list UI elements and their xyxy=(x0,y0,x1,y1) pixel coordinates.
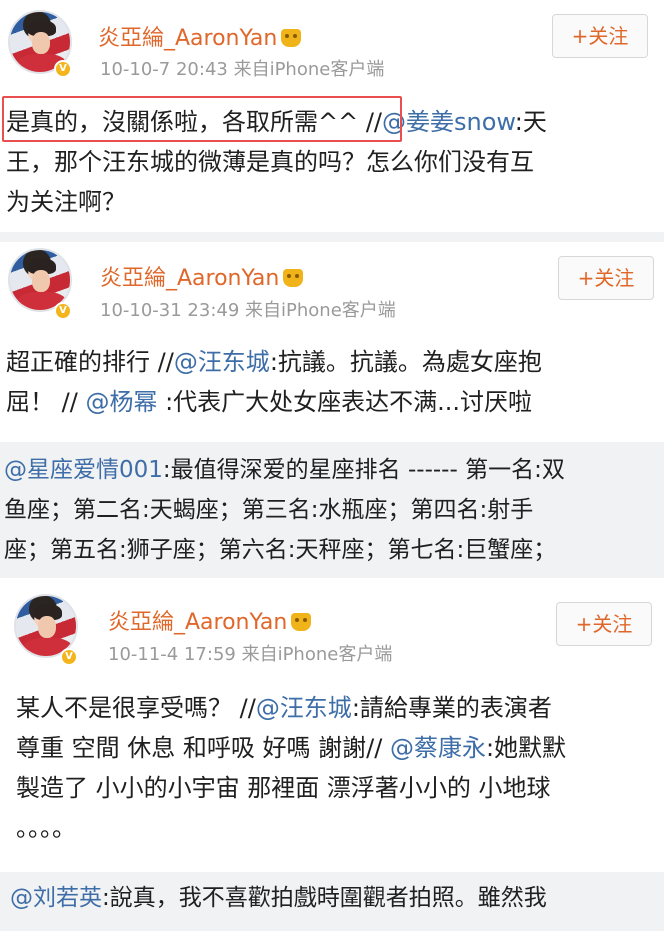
line-tail: :請給專業的表演者 xyxy=(351,694,552,722)
line-tail: :天 xyxy=(514,108,547,136)
line-head: 某人不是很享受嗎？ // xyxy=(16,694,256,722)
post-line: 为关注啊？ xyxy=(6,188,126,216)
post-divider xyxy=(0,232,664,242)
verified-icon: V xyxy=(60,648,78,666)
follow-button[interactable]: +关注 xyxy=(558,256,654,300)
line-head: 尊重 空間 休息 和呼吸 好嗎 謝謝// xyxy=(16,734,390,762)
avatar-face xyxy=(32,32,50,54)
mention-link[interactable]: @刘若英 xyxy=(10,885,102,911)
weibo-post-3: V 炎亞綸_AaronYan 10-11-4 17:59 来自iPhone客户端… xyxy=(0,588,664,931)
post-line: 製造了 小小的小宇宙 那裡面 漂浮著小小的 小地球 xyxy=(16,774,551,802)
verified-icon: V xyxy=(54,60,72,78)
line-tail: :抗議。抗議。為處女座抱 xyxy=(269,348,542,376)
author-name[interactable]: 炎亞綸_AaronYan xyxy=(108,604,312,636)
post-body: 超正確的排行 //@汪东城:抗議。抗議。為處女座抱 屈！ // @杨幂 :代表广… xyxy=(6,342,644,422)
mention-link[interactable]: @星座爱情001 xyxy=(4,457,163,483)
reposted-content[interactable]: @星座爱情001:最值得深爱的星座排名 ------ 第一名:双 鱼座；第二名:… xyxy=(0,442,664,578)
post-meta: 10-11-4 17:59 来自iPhone客户端 xyxy=(108,644,393,665)
post-line: 。。。。 xyxy=(16,814,76,842)
vip-crown-icon xyxy=(291,613,312,631)
author-name-text: 炎亞綸_AaronYan xyxy=(98,26,278,51)
line-tail: :代表广大处女座表达不满...讨厌啦 xyxy=(157,388,533,416)
post-line: 超正確的排行 //@汪东城:抗議。抗議。為處女座抱 xyxy=(6,342,644,382)
repost-line: @刘若英:說真，我不喜歡拍戲時圍觀者拍照。雖然我 xyxy=(10,878,664,918)
follow-button[interactable]: +关注 xyxy=(552,14,648,58)
line-tail: :說真，我不喜歡拍戲時圍觀者拍照。雖然我 xyxy=(102,885,547,911)
author-name[interactable]: 炎亞綸_AaronYan xyxy=(98,20,302,52)
repost-line: @星座爱情001:最值得深爱的星座排名 ------ 第一名:双 xyxy=(4,450,664,490)
post-line: 王，那个汪东城的微薄是真的吗？怎么你们没有互 xyxy=(6,148,534,176)
post-line: 某人不是很享受嗎？ //@汪东城:請給專業的表演者 xyxy=(16,688,644,728)
repost-line: 座；第五名:狮子座；第六名:天秤座；第七名:巨蟹座； xyxy=(4,537,557,563)
line-head: 超正確的排行 // xyxy=(6,348,174,376)
avatar-face xyxy=(32,270,50,292)
vip-crown-icon xyxy=(283,269,304,287)
verified-icon: V xyxy=(54,302,72,320)
mention-link[interactable]: @汪东城 xyxy=(174,348,270,376)
line-tail: :最值得深爱的星座排名 ------ 第一名:双 xyxy=(162,457,565,483)
highlight-box xyxy=(2,96,402,142)
weibo-post-2: V 炎亞綸_AaronYan 10-10-31 23:49 来自iPhone客户… xyxy=(0,242,664,582)
author-name-text: 炎亞綸_AaronYan xyxy=(108,610,288,635)
mention-link[interactable]: @蔡康永 xyxy=(390,734,486,762)
post-line: 屈！ // @杨幂 :代表广大处女座表达不满...讨厌啦 xyxy=(6,382,644,422)
mention-link[interactable]: @汪东城 xyxy=(256,694,352,722)
follow-button[interactable]: +关注 xyxy=(556,602,652,646)
post-body: 某人不是很享受嗎？ //@汪东城:請給專業的表演者 尊重 空間 休息 和呼吸 好… xyxy=(16,688,644,848)
avatar-face xyxy=(38,616,56,638)
post-line: 尊重 空間 休息 和呼吸 好嗎 謝謝// @蔡康永:她默默 xyxy=(16,728,644,768)
author-name-text: 炎亞綸_AaronYan xyxy=(100,266,280,291)
vip-crown-icon xyxy=(281,29,302,47)
mention-link[interactable]: @杨幂 xyxy=(85,388,157,416)
reposted-content[interactable]: @刘若英:說真，我不喜歡拍戲時圍觀者拍照。雖然我 xyxy=(0,872,664,931)
weibo-post-1: V 炎亞綸_AaronYan 10-10-7 20:43 来自iPhone客户端… xyxy=(0,0,664,230)
line-tail: :她默默 xyxy=(485,734,567,762)
post-meta: 10-10-7 20:43 来自iPhone客户端 xyxy=(100,59,385,80)
repost-line: 鱼座；第二名:天蝎座；第三名:水瓶座；第四名:射手 xyxy=(4,497,534,523)
post-divider xyxy=(0,578,664,588)
post-meta: 10-10-31 23:49 来自iPhone客户端 xyxy=(100,300,396,321)
line-head: 屈！ // xyxy=(6,388,86,416)
author-name[interactable]: 炎亞綸_AaronYan xyxy=(100,260,304,292)
